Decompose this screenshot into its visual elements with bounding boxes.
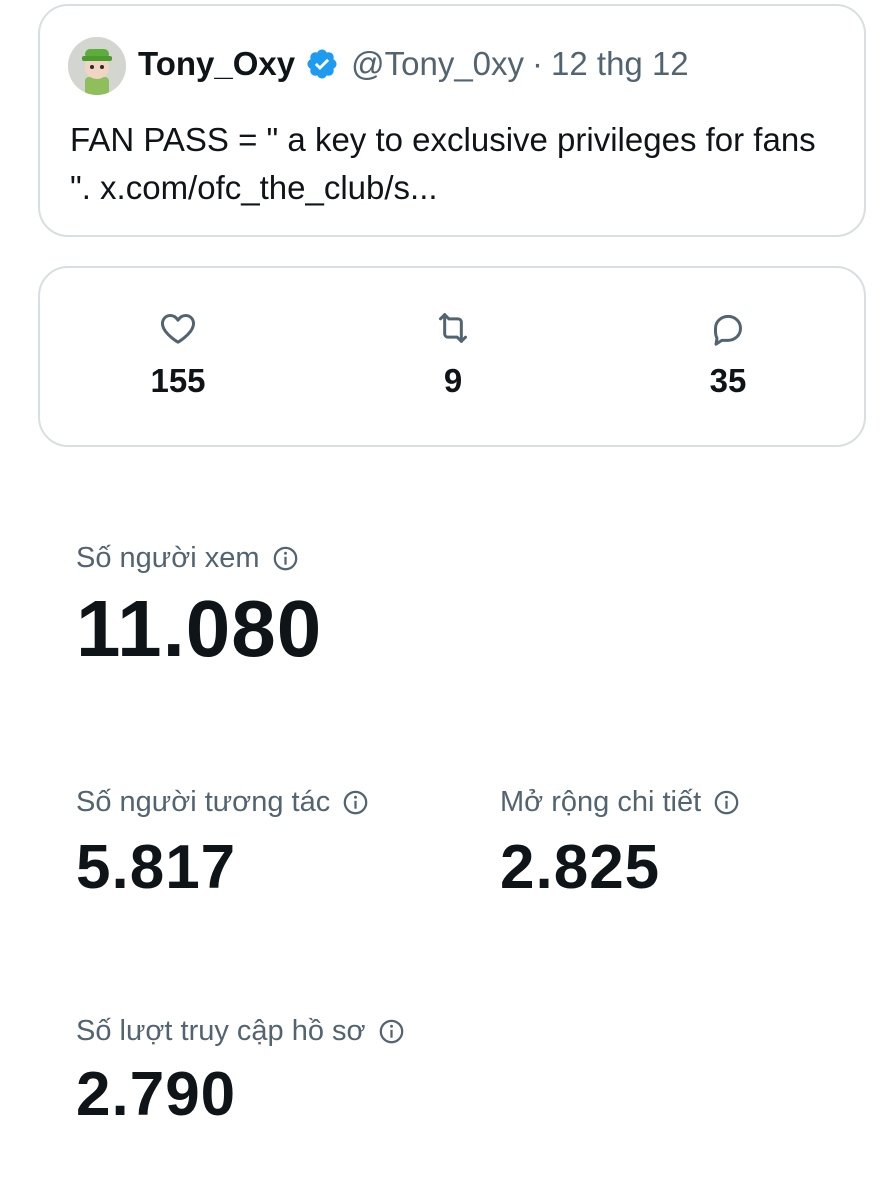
detail-expands-label-row: Mở rộng chi tiết (500, 786, 740, 819)
info-icon[interactable] (713, 789, 740, 816)
info-icon[interactable] (342, 789, 369, 816)
avatar-icon (68, 37, 126, 95)
views-label: Số người xem (76, 542, 260, 574)
verified-badge-icon (307, 49, 337, 79)
profile-visits-metric: Số lượt truy cập hồ sơ 2.790 (76, 1012, 436, 1130)
reposts-stat[interactable]: 9 (383, 308, 523, 400)
views-label-row: Số người xem (76, 542, 322, 575)
replies-stat[interactable]: 35 (658, 308, 798, 400)
info-icon[interactable] (272, 545, 299, 572)
tweet-date[interactable]: 12 thg 12 (551, 45, 689, 83)
author-handle[interactable]: @Tony_0xy (351, 45, 524, 83)
reply-icon (714, 314, 742, 346)
avatar[interactable] (68, 37, 126, 95)
separator-dot: · (532, 45, 544, 82)
likes-count: 155 (150, 362, 206, 399)
detail-expands-label: Mở rộng chi tiết (500, 786, 702, 818)
author-name[interactable]: Tony_Oxy (138, 45, 295, 83)
info-icon[interactable] (378, 1018, 405, 1045)
engagements-value: 5.817 (76, 833, 237, 902)
detail-expands-value: 2.825 (500, 833, 661, 902)
tweet-header: Tony_Oxy @Tony_0xy · 12 thg 12 (138, 42, 689, 86)
engagements-label: Số người tương tác (76, 786, 331, 818)
engagements-label-row: Số người tương tác (76, 786, 369, 819)
profile-visits-label: Số lượt truy cập hồ sơ (76, 1015, 366, 1047)
tweet-text: FAN PASS = " a key to exclusive privileg… (70, 121, 816, 206)
quoted-tweet-card[interactable]: Tony_Oxy @Tony_0xy · 12 thg 12 FAN PASS … (38, 4, 866, 237)
engagements-metric: Số người tương tác 5.817 (76, 786, 369, 903)
profile-visits-value: 2.790 (76, 1060, 237, 1129)
views-value: 11.080 (76, 584, 323, 673)
likes-stat[interactable]: 155 (108, 308, 248, 400)
reposts-count: 9 (443, 362, 463, 399)
heart-icon (161, 314, 195, 344)
views-metric: Số người xem 11.080 (76, 542, 322, 673)
repost-icon (439, 313, 467, 343)
detail-expands-metric: Mở rộng chi tiết 2.825 (500, 786, 740, 903)
engagement-card: 155 9 35 (38, 266, 866, 447)
replies-count: 35 (709, 362, 747, 399)
profile-visits-label-row: Số lượt truy cập hồ sơ (76, 1012, 436, 1050)
